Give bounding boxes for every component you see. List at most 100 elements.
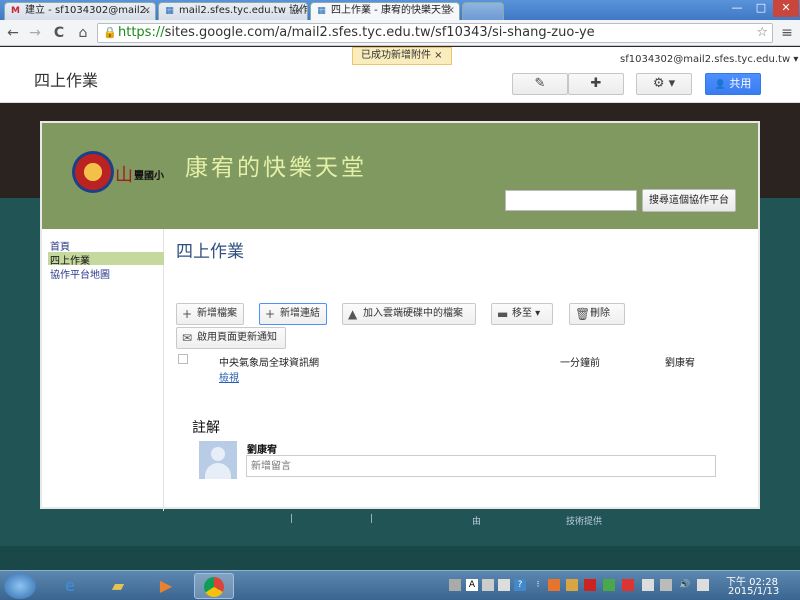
tab-label: mail2.sfes.tyc.edu.tw 協作 — [179, 5, 308, 16]
plus-icon: + — [182, 307, 193, 321]
avatar — [199, 441, 237, 479]
help-icon[interactable]: ? — [514, 579, 526, 591]
add-link-button[interactable]: + 新增連結 — [259, 303, 327, 325]
sidebar-item-current[interactable]: 四上作業 — [50, 252, 90, 267]
edit-page-button[interactable]: ✎ — [512, 73, 568, 95]
site-search-button[interactable]: 搜尋這個協作平台 — [642, 189, 736, 212]
new-tab-button[interactable] — [462, 2, 504, 20]
forward-button[interactable]: → — [26, 24, 44, 42]
drive-icon: ▲ — [348, 307, 358, 321]
site-footer: | | 由 技術提供 — [0, 514, 800, 570]
tray-icon[interactable] — [498, 579, 510, 591]
lock-icon: 🔒 — [103, 26, 117, 39]
user-email[interactable]: sf1034302@mail2.sfes.tyc.edu.tw ▾ — [620, 54, 798, 65]
tab-label: 四上作業 - 康宥的快樂天堂 — [331, 5, 451, 16]
maximize-button[interactable]: □ — [750, 0, 772, 17]
close-icon[interactable]: × — [295, 3, 303, 19]
home-button[interactable]: ⌂ — [74, 24, 92, 42]
site-title: 康宥的快樂天堂 — [185, 155, 367, 181]
delete-button[interactable]: 🗑 刪除 — [569, 303, 625, 325]
file-checkbox[interactable] — [178, 354, 188, 364]
tray-icon[interactable] — [642, 579, 654, 591]
add-drive-label: 加入雲端硬碟中的檔案 — [363, 308, 463, 319]
tab-current-page[interactable]: ▦ 四上作業 - 康宥的快樂天堂 × — [310, 2, 460, 20]
tray-icon[interactable] — [566, 579, 578, 591]
sites-icon: ▦ — [165, 6, 174, 16]
site-content: 山 豐國小 康宥的快樂天堂 搜尋這個協作平台 首頁 四上作業 協作平台地圖 四上… — [40, 121, 760, 511]
comments-title: 註解 — [192, 420, 220, 436]
url-text: sites.google.com/a/mail2.sfes.tyc.edu.tw… — [164, 25, 595, 40]
footer-separator: | — [370, 514, 374, 524]
clock-date[interactable]: 2015/1/13 — [728, 586, 779, 597]
menu-icon[interactable]: ≡ — [778, 24, 796, 42]
sites-header: 四上作業 已成功新增附件 × sf1034302@mail2.sfes.tyc.… — [0, 47, 800, 103]
file-owner: 劉康宥 — [665, 358, 695, 369]
tab-gmail[interactable]: M 建立 - sf1034302@mail2. × — [4, 2, 156, 20]
star-icon[interactable]: ☆ — [756, 24, 768, 42]
trash-icon: 🗑 — [575, 307, 591, 321]
logo-text: 豐國小 — [134, 171, 164, 182]
pencil-icon: ✎ — [534, 76, 546, 91]
footer-separator: | — [290, 514, 294, 524]
view-link[interactable]: 檢視 — [219, 369, 239, 384]
media-player-icon[interactable]: ▶ — [146, 573, 186, 599]
footer-powered-by: 由 — [472, 517, 482, 527]
footer-provider[interactable]: 技術提供 — [566, 514, 602, 527]
enable-notify-button[interactable]: ✉ 啟用頁面更新通知 — [176, 327, 286, 349]
sidebar-item-home[interactable]: 首頁 — [50, 238, 70, 253]
sidebar-item-sitemap[interactable]: 協作平台地圖 — [50, 266, 110, 281]
add-drive-file-button[interactable]: ▲ 加入雲端硬碟中的檔案 — [342, 303, 476, 325]
site-search-input[interactable] — [505, 190, 637, 211]
move-to-button[interactable]: ▬ 移至 ▾ — [491, 303, 553, 325]
minimize-button[interactable]: — — [726, 0, 748, 17]
avatar-body — [205, 463, 231, 479]
notice-banner[interactable]: 已成功新增附件 × — [352, 47, 452, 65]
reload-button[interactable]: C — [50, 24, 68, 42]
chrome-icon[interactable] — [194, 573, 234, 599]
new-page-icon: ✚ — [590, 76, 602, 91]
address-bar[interactable]: 🔒 https://sites.google.com/a/mail2.sfes.… — [97, 23, 773, 43]
network-icon[interactable] — [660, 579, 672, 591]
browser-toolbar: ← → C ⌂ 🔒 https://sites.google.com/a/mai… — [0, 20, 800, 46]
ie-icon[interactable]: e — [50, 573, 90, 599]
tray-icon[interactable] — [622, 579, 634, 591]
tab-sites-mail2[interactable]: ▦ mail2.sfes.tyc.edu.tw 協作 × — [158, 2, 308, 20]
close-icon[interactable]: × — [447, 3, 455, 19]
volume-icon[interactable]: 🔊 — [679, 579, 691, 591]
tray-icon[interactable] — [482, 579, 494, 591]
tray-icon[interactable]: A — [466, 579, 478, 591]
gmail-icon: M — [11, 6, 20, 16]
url-scheme: https:// — [118, 25, 165, 40]
tray-icon[interactable] — [548, 579, 560, 591]
school-logo — [72, 151, 114, 193]
settings-button[interactable]: ⚙ ▾ — [636, 73, 692, 95]
browser-tab-bar: M 建立 - sf1034302@mail2. × ▦ mail2.sfes.t… — [0, 0, 800, 20]
back-button[interactable]: ← — [4, 24, 22, 42]
move-to-label: 移至 — [512, 308, 532, 319]
mail-icon: ✉ — [182, 331, 193, 345]
folder-icon: ▬ — [497, 307, 509, 321]
gear-icon: ⚙ ▾ — [652, 76, 676, 91]
tray-icon[interactable] — [449, 579, 461, 591]
enable-notify-label: 啟用頁面更新通知 — [197, 332, 277, 343]
share-label: 共用 — [729, 77, 752, 90]
avatar-head — [211, 447, 225, 461]
close-icon[interactable]: × — [143, 3, 151, 19]
close-window-button[interactable]: ✕ — [773, 0, 799, 17]
add-file-button[interactable]: + 新增檔案 — [176, 303, 244, 325]
tray-icon[interactable]: ⁝ — [532, 579, 544, 591]
tray-icon[interactable] — [697, 579, 709, 591]
add-file-label: 新增檔案 — [197, 308, 237, 319]
tray-icon[interactable] — [584, 579, 596, 591]
start-button[interactable] — [4, 573, 36, 599]
explorer-icon[interactable]: ▰ — [98, 573, 138, 599]
comment-input[interactable] — [246, 455, 716, 477]
page-name: 四上作業 — [34, 71, 99, 90]
new-page-button[interactable]: ✚ — [568, 73, 624, 95]
logo-mark: 山 — [115, 165, 133, 186]
chrome-logo — [204, 577, 224, 597]
file-name[interactable]: 中央氣象局全球資訊網 — [219, 354, 319, 369]
plus-icon: + — [265, 307, 276, 321]
share-button[interactable]: 👤 共用 — [705, 73, 761, 95]
tray-icon[interactable] — [603, 579, 615, 591]
